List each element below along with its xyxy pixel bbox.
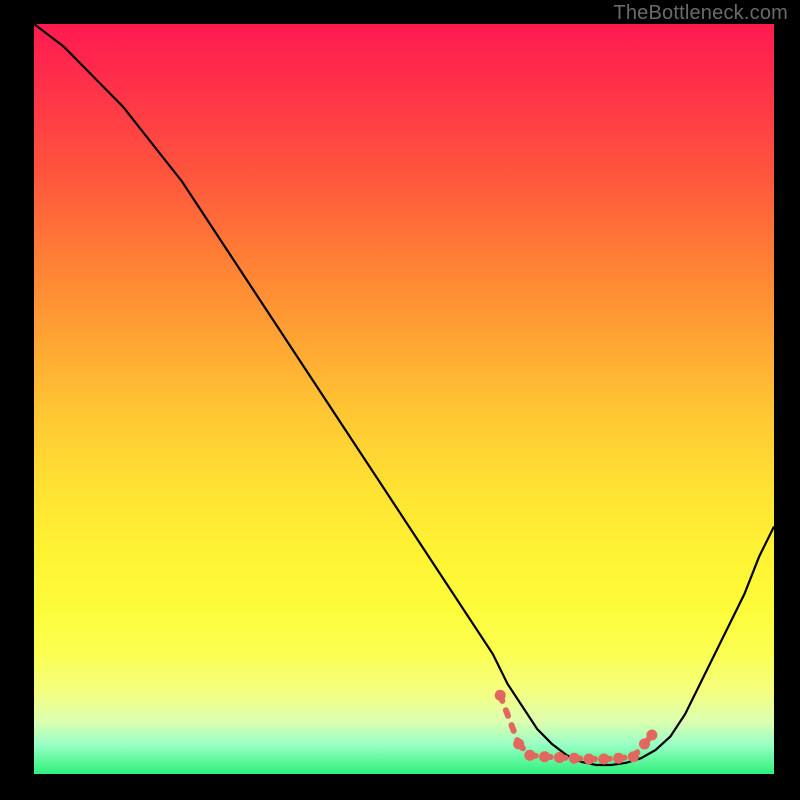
marker-dot [646,730,657,741]
marker-dot [495,690,506,701]
marker-segment [500,695,519,744]
marker-dot [598,754,609,765]
marker-dot [639,739,650,750]
marker-dot [569,753,580,764]
chart-frame: TheBottleneck.com [0,0,800,800]
watermark-label: TheBottleneck.com [613,2,788,25]
marker-dot [613,753,624,764]
marker-dot [628,751,639,762]
plot-area [34,24,774,774]
marker-dot [554,752,565,763]
marker-dot [584,754,595,765]
marker-dot [513,739,524,750]
marker-dot [539,751,550,762]
marker-dot [524,750,535,761]
chart-svg [34,24,774,774]
main-curve [34,24,774,765]
